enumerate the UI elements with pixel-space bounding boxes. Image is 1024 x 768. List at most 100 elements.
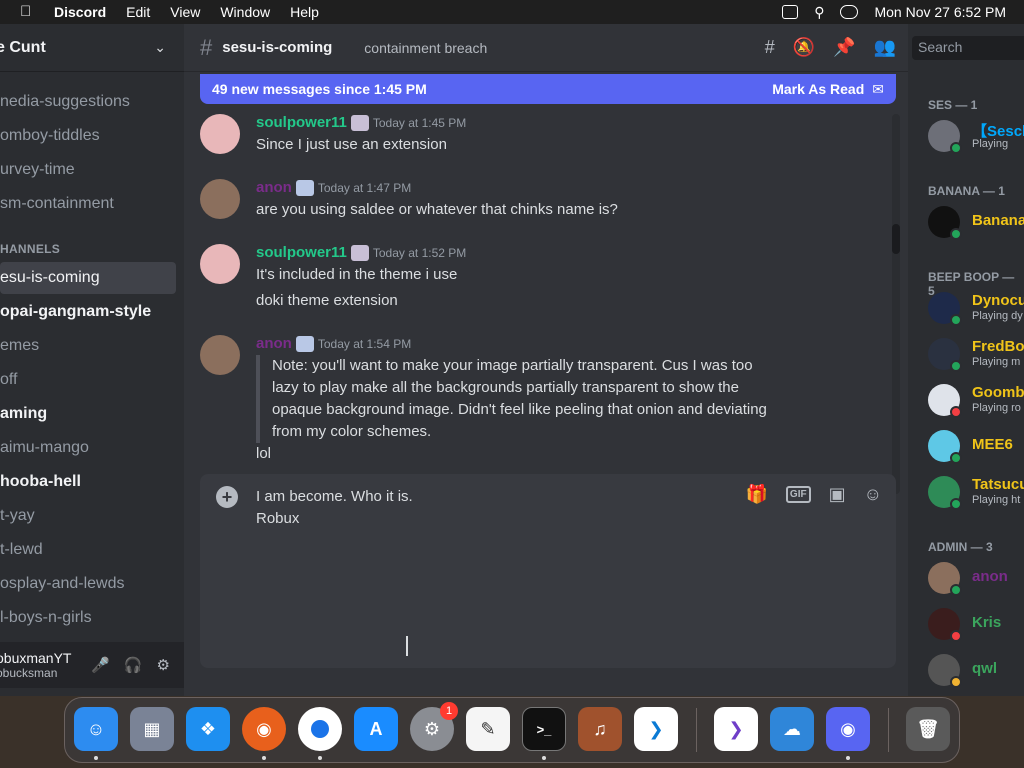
user-info[interactable]: obuxmanYT obucksman bbox=[0, 650, 71, 680]
channel-item[interactable]: t-lewd bbox=[0, 534, 176, 566]
microphone-icon[interactable]: 🎤 bbox=[91, 656, 110, 674]
threads-icon[interactable]: # bbox=[765, 37, 775, 58]
channel-item[interactable]: emes bbox=[0, 330, 176, 362]
server-header[interactable]: e Cunt ⌄ bbox=[0, 24, 184, 72]
running-indicator bbox=[94, 756, 98, 760]
channel-label: t-lewd bbox=[0, 541, 43, 558]
menu-app-name[interactable]: Discord bbox=[54, 4, 106, 20]
menu-edit[interactable]: Edit bbox=[126, 4, 150, 20]
message-author[interactable]: anon bbox=[256, 179, 292, 196]
gear-icon[interactable]: ⚙ bbox=[157, 656, 170, 674]
channel-label: aimu-mango bbox=[0, 439, 89, 456]
channel-item[interactable]: t-yay bbox=[0, 500, 176, 532]
dock: ☺ ▦ ❖ ◉ A ⚙ 1 ✎ >_ ♫ ❯ ❯ ☁ ◉ 🗑 bbox=[64, 697, 960, 763]
menu-view[interactable]: View bbox=[170, 4, 200, 20]
menu-help[interactable]: Help bbox=[290, 4, 319, 20]
channel-item[interactable]: l-boys-n-girls bbox=[0, 602, 176, 634]
channel-label: sm-containment bbox=[0, 195, 114, 212]
channel-header: # sesu-is-coming containment breach # 🔕 … bbox=[184, 24, 908, 72]
search-input[interactable]: Search bbox=[912, 36, 1024, 60]
launchpad-icon[interactable]: ▦ bbox=[130, 707, 174, 751]
channel-item[interactable]: urvey-time bbox=[0, 154, 176, 186]
member-list: Search SES — 1 【Sesch Playing BANANA — 1… bbox=[908, 24, 1024, 696]
avatar[interactable] bbox=[200, 335, 240, 375]
discord-icon[interactable]: ◉ bbox=[826, 707, 870, 751]
channel-item[interactable]: hooba-hell bbox=[0, 466, 176, 498]
finder-icon[interactable]: ☺ bbox=[74, 707, 118, 751]
channel-item[interactable]: aimu-mango bbox=[0, 432, 176, 464]
spotlight-icon[interactable]: ⚲ bbox=[814, 4, 824, 21]
member-item[interactable]: Dynocu Playing dy bbox=[928, 288, 1024, 328]
member-item[interactable]: anon bbox=[928, 558, 1024, 598]
message-text: are you using saldee or whatever that ch… bbox=[256, 201, 618, 218]
avatar[interactable] bbox=[200, 179, 240, 219]
gift-icon[interactable]: 🎁 bbox=[746, 484, 768, 505]
channel-item[interactable]: omboy-tiddles bbox=[0, 120, 176, 152]
message-author[interactable]: soulpower11 bbox=[256, 244, 347, 261]
avatar[interactable] bbox=[200, 244, 240, 284]
member-category: BANANA — 1 bbox=[928, 184, 1005, 198]
textedit-icon[interactable]: ✎ bbox=[466, 707, 510, 751]
channel-item[interactable]: nedia-suggestions bbox=[0, 86, 176, 118]
channel-item-selected[interactable]: esu-is-coming bbox=[0, 262, 176, 294]
mark-read-icon[interactable]: ✉ bbox=[872, 81, 884, 98]
channel-topic[interactable]: containment breach bbox=[364, 40, 487, 56]
member-item[interactable]: Kris bbox=[928, 604, 1024, 644]
channel-item[interactable]: aming bbox=[0, 398, 176, 430]
message-time: Today at 1:45 PM bbox=[372, 116, 467, 130]
scrollbar[interactable] bbox=[892, 114, 900, 494]
chevron-down-icon[interactable]: ⌄ bbox=[154, 39, 166, 56]
message-text: lol bbox=[256, 445, 272, 462]
channel-label: aming bbox=[0, 405, 48, 422]
members-icon[interactable]: 👥 bbox=[874, 37, 896, 58]
channel-item[interactable]: off bbox=[0, 364, 176, 396]
mute-bell-icon[interactable]: 🔕 bbox=[793, 37, 815, 58]
pin-icon[interactable]: 📌 bbox=[833, 37, 855, 58]
mark-as-read-button[interactable]: Mark As Read bbox=[772, 81, 864, 97]
appstore-icon[interactable]: A bbox=[354, 707, 398, 751]
hash-icon: # bbox=[200, 34, 213, 60]
channel-item[interactable]: osplay-and-lewds bbox=[0, 568, 176, 600]
channel-item[interactable]: opai-gangnam-style bbox=[0, 296, 176, 328]
status-online-icon bbox=[950, 228, 962, 240]
control-center-icon[interactable] bbox=[840, 5, 859, 19]
channel-item[interactable]: sm-containment bbox=[0, 188, 176, 220]
user-tag: obucksman bbox=[0, 666, 58, 680]
member-item[interactable]: FredBo Playing m bbox=[928, 334, 1024, 374]
clock[interactable]: Mon Nov 27 6:52 PM bbox=[874, 4, 1006, 20]
screen-mirror-icon[interactable] bbox=[782, 5, 799, 19]
chrome-icon[interactable] bbox=[298, 707, 342, 751]
category-channels[interactable]: HANNELS bbox=[0, 242, 60, 256]
visualstudio-icon[interactable]: ❯ bbox=[714, 707, 758, 751]
add-attachment-icon[interactable]: + bbox=[216, 486, 238, 508]
garageband-icon[interactable]: ♫ bbox=[578, 707, 622, 751]
trash-icon[interactable]: 🗑 bbox=[906, 707, 950, 751]
new-messages-bar[interactable]: 49 new messages since 1:45 PM Mark As Re… bbox=[200, 74, 896, 104]
message-composer[interactable]: + I am become. Who it is. Robux 🎁 GIF ▣ … bbox=[200, 474, 896, 668]
avatar[interactable] bbox=[200, 114, 240, 154]
weather-icon[interactable]: ☁ bbox=[770, 707, 814, 751]
composer-text[interactable]: I am become. Who it is. Robux bbox=[256, 486, 413, 530]
sticker-icon[interactable]: ▣ bbox=[829, 484, 846, 505]
notification-badge: 1 bbox=[440, 702, 458, 720]
vscode-icon[interactable]: ❯ bbox=[634, 707, 678, 751]
safari-icon[interactable]: ❖ bbox=[186, 707, 230, 751]
gif-icon[interactable]: GIF bbox=[785, 486, 811, 503]
scrollbar-thumb[interactable] bbox=[892, 224, 900, 254]
emoji-icon[interactable]: ☺ bbox=[864, 484, 882, 505]
member-item[interactable]: Goomb Playing ro bbox=[928, 380, 1024, 420]
member-item[interactable]: MEE6 bbox=[928, 426, 1024, 466]
new-messages-text: 49 new messages since 1:45 PM bbox=[212, 81, 427, 97]
terminal-icon[interactable]: >_ bbox=[522, 707, 566, 751]
menu-window[interactable]: Window bbox=[220, 4, 270, 20]
member-item[interactable]: qwl bbox=[928, 650, 1024, 690]
headphones-icon[interactable]: 🎧 bbox=[124, 656, 143, 674]
member-item[interactable]: Tatsucu Playing ht bbox=[928, 472, 1024, 512]
message-author[interactable]: soulpower11 bbox=[256, 114, 347, 131]
member-name: MEE6 bbox=[972, 436, 1013, 453]
apple-icon[interactable]:  bbox=[20, 4, 36, 20]
member-item[interactable]: Banana bbox=[928, 202, 1024, 242]
message-author[interactable]: anon bbox=[256, 335, 292, 352]
firefox-icon[interactable]: ◉ bbox=[242, 707, 286, 751]
member-item[interactable]: 【Sesch Playing bbox=[928, 116, 1024, 156]
